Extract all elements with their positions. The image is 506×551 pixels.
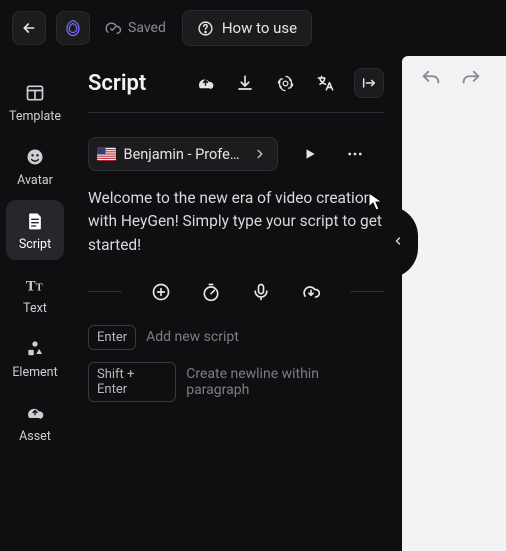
- hint-shift-label: Create newline within paragraph: [186, 366, 384, 398]
- voice-selector[interactable]: Benjamin - Profess…: [88, 137, 278, 171]
- script-panel: Script: [70, 56, 402, 551]
- more-button[interactable]: [344, 144, 366, 164]
- app-logo[interactable]: [56, 11, 90, 45]
- element-icon: [24, 338, 46, 360]
- collapse-panel-button[interactable]: [388, 228, 408, 254]
- rail-item-asset[interactable]: Asset: [6, 392, 64, 452]
- key-shift-enter: Shift + Enter: [88, 362, 176, 402]
- voice-row: Benjamin - Profess…: [88, 137, 384, 171]
- undo-redo-group: [420, 68, 482, 90]
- saved-label: Saved: [128, 20, 166, 36]
- mic-button[interactable]: [250, 281, 272, 303]
- translate-button[interactable]: [314, 72, 336, 94]
- avatar-icon: [24, 146, 46, 168]
- divider: [88, 112, 384, 113]
- how-to-use-button[interactable]: How to use: [182, 10, 312, 46]
- ai-button[interactable]: [274, 72, 296, 94]
- hint-enter: Enter Add new script: [88, 325, 384, 350]
- panel-actions: [194, 68, 384, 98]
- rail-label: Avatar: [17, 173, 53, 188]
- expand-button[interactable]: [354, 68, 384, 98]
- hint-shift-enter: Shift + Enter Create newline within para…: [88, 362, 384, 402]
- asset-icon: [24, 402, 46, 424]
- svg-text:T: T: [26, 279, 36, 295]
- rail-label: Asset: [19, 429, 51, 444]
- download-button[interactable]: [234, 72, 256, 94]
- rail-label: Script: [19, 237, 51, 252]
- help-icon: [197, 20, 214, 37]
- panel-title: Script: [88, 71, 146, 96]
- hint-enter-label: Add new script: [146, 329, 239, 345]
- chevron-right-icon: [253, 147, 267, 161]
- upload-cloud-button[interactable]: [194, 72, 216, 94]
- rail-label: Element: [12, 365, 57, 380]
- rail-item-script[interactable]: Script: [6, 200, 64, 260]
- script-icon: [24, 210, 46, 232]
- redo-button[interactable]: [460, 68, 482, 90]
- add-button[interactable]: [150, 281, 172, 303]
- saved-status: Saved: [104, 19, 166, 37]
- svg-text:T: T: [36, 283, 43, 294]
- script-textarea[interactable]: Welcome to the new era of video creation…: [88, 187, 384, 257]
- rail-item-template[interactable]: Template: [6, 72, 64, 132]
- cloud-download-button[interactable]: [300, 281, 322, 303]
- undo-button[interactable]: [420, 68, 442, 90]
- text-icon: TT: [24, 274, 46, 296]
- template-icon: [24, 82, 46, 104]
- rail-label: Text: [23, 301, 47, 316]
- pace-button[interactable]: [200, 281, 222, 303]
- key-enter: Enter: [88, 325, 136, 350]
- cloud-icon: [104, 19, 122, 37]
- back-button[interactable]: [12, 11, 46, 45]
- rail-label: Template: [9, 109, 61, 124]
- rail-item-text[interactable]: TT Text: [6, 264, 64, 324]
- how-to-use-label: How to use: [222, 19, 297, 37]
- canvas-area[interactable]: [402, 56, 506, 551]
- voice-name: Benjamin - Profess…: [124, 146, 245, 163]
- keyboard-hints: Enter Add new script Shift + Enter Creat…: [88, 325, 384, 402]
- top-bar: Saved How to use: [0, 0, 506, 56]
- play-button[interactable]: [300, 144, 320, 164]
- us-flag-icon: [97, 147, 116, 161]
- left-rail: Template Avatar Script TT Text Element: [0, 56, 70, 551]
- rail-item-avatar[interactable]: Avatar: [6, 136, 64, 196]
- script-tools: [88, 281, 384, 303]
- rail-item-element[interactable]: Element: [6, 328, 64, 388]
